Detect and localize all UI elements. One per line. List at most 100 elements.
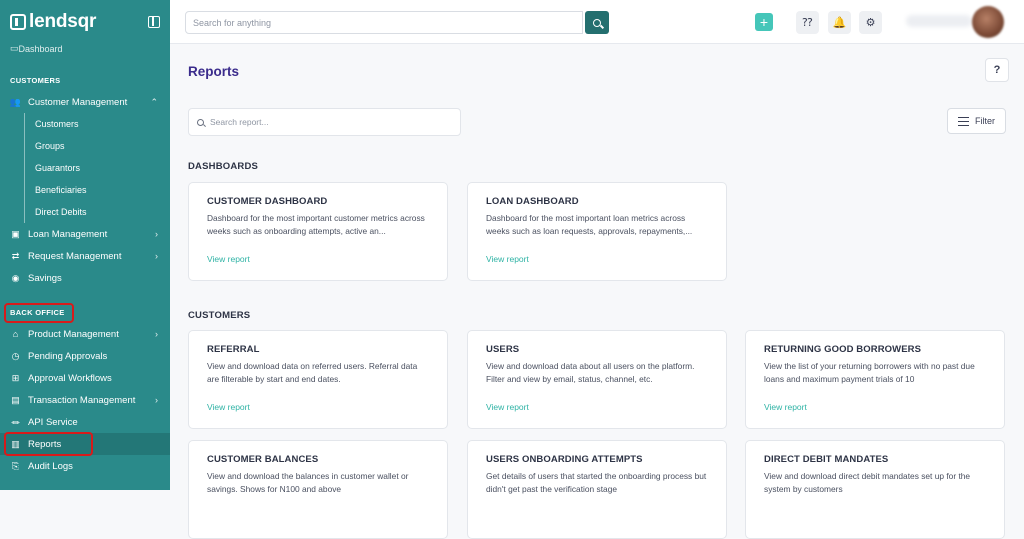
avatar[interactable] bbox=[972, 6, 1004, 38]
sidebar-item-label: Dashboard bbox=[18, 44, 63, 54]
report-search-placeholder: Search report... bbox=[210, 117, 269, 127]
section-heading-customers: CUSTOMERS bbox=[188, 310, 251, 321]
help-button[interactable]: ⁇ bbox=[796, 11, 819, 34]
filter-label: Filter bbox=[975, 116, 995, 126]
report-card[interactable]: LOAN DASHBOARD Dashboard for the most im… bbox=[467, 182, 727, 281]
report-card-desc: View and download data on referred users… bbox=[207, 361, 418, 384]
sidebar-item-product-management[interactable]: ⌂ Product Management › bbox=[0, 323, 170, 345]
search-icon bbox=[593, 18, 601, 27]
brand-name: lendsqr bbox=[29, 11, 97, 32]
report-card-title: LOAN DASHBOARD bbox=[486, 196, 579, 207]
view-report-link[interactable]: View report bbox=[764, 402, 807, 412]
report-card[interactable]: RETURNING GOOD BORROWERS View the list o… bbox=[745, 330, 1005, 429]
sidebar-item-transaction-management[interactable]: ▤ Transaction Management › bbox=[0, 389, 170, 411]
sidebar-subitem-groups[interactable]: Groups bbox=[0, 135, 170, 157]
sidebar-item-label: Request Management bbox=[28, 250, 122, 262]
filter-button[interactable]: Filter bbox=[947, 108, 1006, 134]
audit-icon: ⎘ bbox=[11, 460, 20, 471]
sidebar-item-approval-workflows[interactable]: ⊞ Approval Workflows bbox=[0, 367, 170, 389]
chevron-right-icon: › bbox=[155, 251, 158, 261]
dashboard-icon: ▭ bbox=[10, 44, 19, 53]
user-name-blurred bbox=[906, 15, 972, 27]
section-label-customers: CUSTOMERS bbox=[10, 75, 61, 85]
highlight-back-office bbox=[4, 303, 74, 323]
search-button[interactable] bbox=[585, 11, 609, 34]
piggy-bank-icon: ◉ bbox=[11, 272, 20, 283]
chevron-up-icon: ⌃ bbox=[150, 96, 158, 107]
report-card-title: DIRECT DEBIT MANDATES bbox=[764, 454, 889, 465]
sidebar-item-label: Transaction Management bbox=[28, 394, 136, 406]
report-card-desc: Dashboard for the most important loan me… bbox=[486, 213, 693, 236]
brand-logo[interactable]: lendsqr bbox=[10, 11, 96, 33]
settings-button[interactable]: ⚙ bbox=[859, 11, 882, 34]
global-search-input[interactable]: Search for anything bbox=[185, 11, 583, 34]
clock-icon: ◷ bbox=[11, 350, 20, 361]
sidebar-item-loan-management[interactable]: ▣ Loan Management › bbox=[0, 223, 170, 245]
view-report-link[interactable]: View report bbox=[486, 254, 529, 264]
report-search-input[interactable]: Search report... bbox=[188, 108, 461, 136]
sidebar-item-label: Customer Management bbox=[28, 96, 128, 108]
help-icon: ? bbox=[993, 64, 1001, 76]
report-card-desc: View the list of your returning borrower… bbox=[764, 361, 975, 384]
sidebar-item-label: Pending Approvals bbox=[28, 350, 108, 362]
plus-icon: + bbox=[759, 14, 769, 30]
sidebar-item-customer-management[interactable]: 👥 Customer Management ⌃ bbox=[0, 91, 170, 113]
sidebar-item-label: Approval Workflows bbox=[28, 372, 112, 384]
sidebar-subitem-beneficiaries[interactable]: Beneficiaries bbox=[0, 179, 170, 201]
report-card-title: CUSTOMER BALANCES bbox=[207, 454, 319, 465]
gear-icon: ⚙ bbox=[865, 17, 876, 29]
logo-row: lendsqr bbox=[0, 0, 170, 44]
sidebar-subitem-customers[interactable]: Customers bbox=[0, 113, 170, 135]
collapse-sidebar-icon[interactable] bbox=[148, 16, 160, 28]
report-card-title: CUSTOMER DASHBOARD bbox=[207, 196, 328, 207]
section-heading-dashboards: DASHBOARDS bbox=[188, 161, 259, 172]
report-card-desc: View and download the balances in custom… bbox=[207, 471, 409, 494]
bell-icon: 🔔 bbox=[832, 17, 847, 29]
report-card-title: USERS ONBOARDING ATTEMPTS bbox=[486, 454, 643, 465]
users-icon: 👥 bbox=[9, 96, 22, 107]
add-button[interactable]: + bbox=[755, 13, 773, 31]
sidebar-item-api-service[interactable]: ⏛ API Service bbox=[0, 411, 170, 433]
report-card-title: USERS bbox=[486, 344, 520, 355]
report-card[interactable]: CUSTOMER DASHBOARD Dashboard for the mos… bbox=[188, 182, 448, 281]
view-report-link[interactable]: View report bbox=[486, 402, 529, 412]
report-card[interactable]: USERS View and download data about all u… bbox=[467, 330, 727, 429]
document-icon: ▤ bbox=[11, 394, 20, 405]
sidebar-item-label: Loan Management bbox=[28, 228, 108, 240]
workflow-icon: ⊞ bbox=[11, 372, 20, 383]
sidebar: lendsqr ▭ Dashboard CUSTOMERS 👥 Customer… bbox=[0, 0, 170, 490]
report-card-desc: View and download data about all users o… bbox=[486, 361, 695, 384]
chevron-right-icon: › bbox=[155, 395, 158, 405]
page-help-button[interactable]: ? bbox=[985, 58, 1009, 82]
search-icon bbox=[197, 118, 204, 126]
page-title: Reports bbox=[188, 64, 240, 79]
sidebar-item-label: Savings bbox=[28, 272, 62, 284]
highlight-reports bbox=[4, 432, 93, 456]
sidebar-item-request-management[interactable]: ⇄ Request Management › bbox=[0, 245, 170, 267]
sidebar-item-label: Product Management bbox=[28, 328, 119, 340]
sidebar-subitem-guarantors[interactable]: Guarantors bbox=[0, 157, 170, 179]
report-card-desc: Get details of users that started the on… bbox=[486, 471, 707, 494]
topbar: Search for anything + ⁇ 🔔 ⚙ bbox=[170, 0, 1024, 44]
report-card-desc: View and download direct debit mandates … bbox=[764, 471, 971, 494]
report-card[interactable]: REFERRAL View and download data on refer… bbox=[188, 330, 448, 429]
sidebar-item-audit-logs[interactable]: ⎘ Audit Logs bbox=[0, 455, 170, 477]
notifications-button[interactable]: 🔔 bbox=[828, 11, 851, 34]
report-card-title: REFERRAL bbox=[207, 344, 260, 355]
view-report-link[interactable]: View report bbox=[207, 254, 250, 264]
box-icon: ⌂ bbox=[12, 329, 19, 339]
view-report-link[interactable]: View report bbox=[207, 402, 250, 412]
briefcase-icon: ▣ bbox=[11, 228, 20, 239]
help-icon: ⁇ bbox=[802, 17, 813, 29]
chevron-right-icon: › bbox=[155, 229, 158, 239]
sidebar-item-pending-approvals[interactable]: ◷ Pending Approvals bbox=[0, 345, 170, 367]
report-card-title: RETURNING GOOD BORROWERS bbox=[764, 344, 922, 355]
sidebar-subitem-direct-debits[interactable]: Direct Debits bbox=[0, 201, 170, 223]
bank-icon: ⏛ bbox=[10, 417, 20, 428]
main-content: Reports ? Search report... Filter DASHBO… bbox=[170, 45, 1024, 539]
sidebar-item-label: API Service bbox=[28, 416, 78, 428]
chevron-right-icon: › bbox=[155, 329, 158, 339]
sidebar-item-dashboard[interactable]: ▭ Dashboard bbox=[0, 44, 170, 54]
request-icon: ⇄ bbox=[11, 250, 20, 261]
sidebar-item-savings[interactable]: ◉ Savings bbox=[0, 267, 170, 289]
